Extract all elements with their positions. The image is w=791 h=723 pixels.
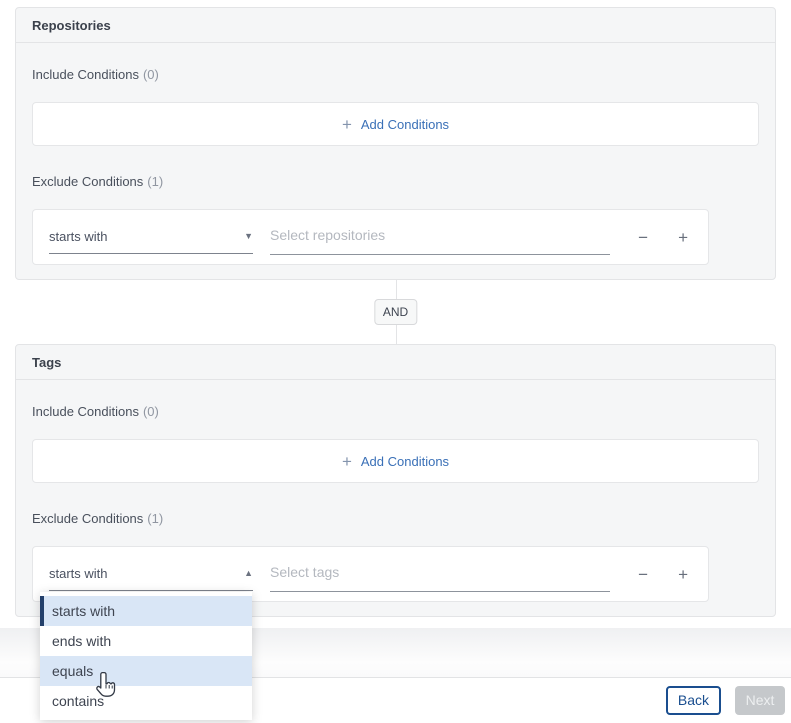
add-condition-row-button[interactable]: +	[674, 227, 692, 248]
repositories-input-underline	[270, 227, 610, 255]
repositories-panel-title: Repositories	[16, 8, 775, 43]
operator-select-value: starts with	[49, 566, 108, 581]
plus-icon: +	[342, 453, 352, 470]
tags-panel-body: Include Conditions (0) + Add Conditions E…	[16, 380, 775, 616]
include-conditions-label: Include Conditions (0)	[32, 404, 759, 419]
operator-dropdown-menu: starts with ends with equals contains	[40, 592, 252, 720]
dropdown-option-equals[interactable]: equals	[40, 656, 252, 686]
tags-panel-title: Tags	[16, 345, 775, 380]
add-conditions-label: Add Conditions	[361, 117, 449, 132]
and-badge: AND	[374, 299, 417, 325]
operator-select-value: starts with	[49, 229, 108, 244]
operator-select[interactable]: starts with ▼	[49, 229, 253, 254]
exclude-conditions-text: Exclude Conditions	[32, 511, 143, 526]
tags-input-underline	[270, 564, 610, 592]
dropdown-option-contains[interactable]: contains	[40, 686, 252, 716]
chevron-down-icon: ▼	[244, 232, 253, 241]
exclude-conditions-label: Exclude Conditions (1)	[32, 511, 759, 526]
dropdown-option-ends-with[interactable]: ends with	[40, 626, 252, 656]
dropdown-option-starts-with[interactable]: starts with	[40, 596, 252, 626]
repositories-panel-body: Include Conditions (0) + Add Conditions E…	[16, 43, 775, 279]
repositories-panel: Repositories Include Conditions (0) + Add…	[15, 7, 776, 280]
include-conditions-text: Include Conditions	[32, 67, 139, 82]
operator-select-open[interactable]: starts with ▲	[49, 566, 253, 591]
and-connector: AND	[0, 280, 791, 344]
conditions-page: Repositories Include Conditions (0) + Add…	[0, 7, 791, 723]
remove-condition-button[interactable]: −	[634, 564, 652, 585]
exclude-conditions-count: (1)	[147, 511, 163, 526]
back-button[interactable]: Back	[666, 686, 721, 715]
include-conditions-text: Include Conditions	[32, 404, 139, 419]
exclude-condition-row: starts with ▼ − +	[32, 209, 709, 265]
exclude-conditions-count: (1)	[147, 174, 163, 189]
add-conditions-button[interactable]: + Add Conditions	[32, 439, 759, 483]
select-tags-input[interactable]	[270, 564, 610, 580]
add-conditions-label: Add Conditions	[361, 454, 449, 469]
select-repositories-input[interactable]	[270, 227, 610, 243]
add-conditions-button[interactable]: + Add Conditions	[32, 102, 759, 146]
next-button[interactable]: Next	[735, 686, 785, 715]
include-conditions-count: (0)	[143, 404, 159, 419]
tags-panel: Tags Include Conditions (0) + Add Conditi…	[15, 344, 776, 617]
plus-icon: +	[342, 116, 352, 133]
remove-condition-button[interactable]: −	[634, 227, 652, 248]
include-conditions-count: (0)	[143, 67, 159, 82]
add-condition-row-button[interactable]: +	[674, 564, 692, 585]
exclude-conditions-text: Exclude Conditions	[32, 174, 143, 189]
include-conditions-label: Include Conditions (0)	[32, 67, 759, 82]
chevron-up-icon: ▲	[244, 569, 253, 578]
exclude-conditions-label: Exclude Conditions (1)	[32, 174, 759, 189]
